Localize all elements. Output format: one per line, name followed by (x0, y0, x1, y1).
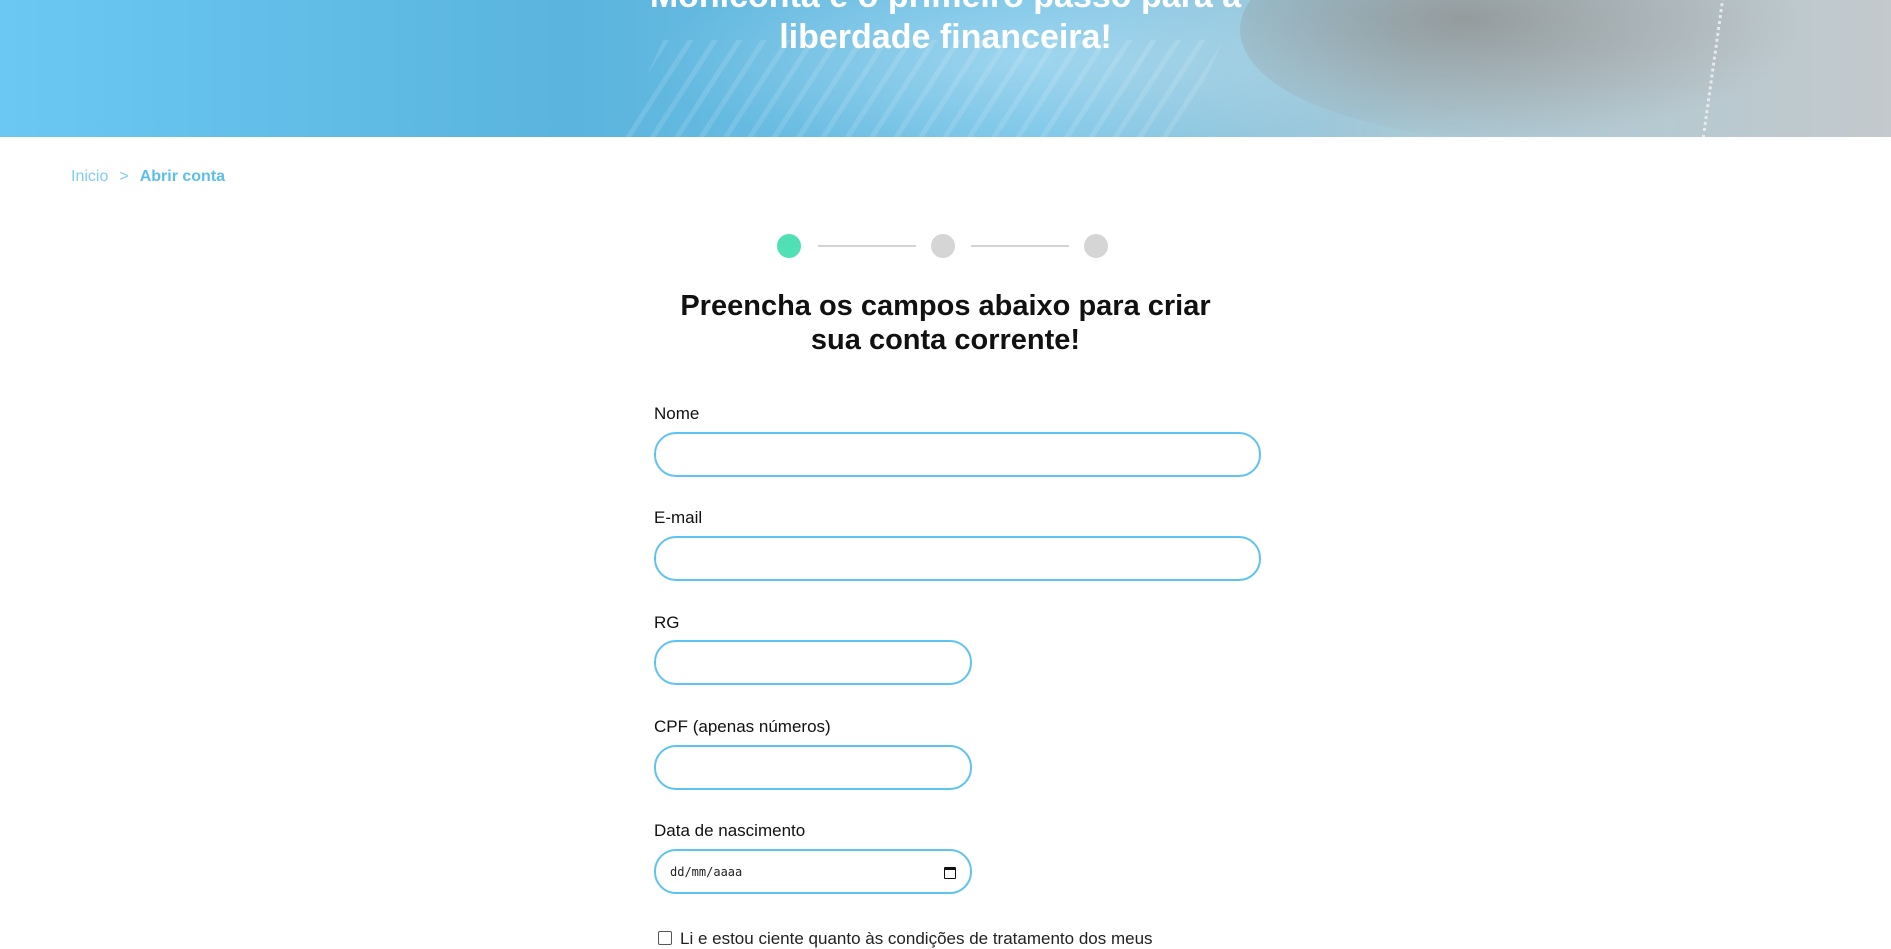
nome-input[interactable] (654, 432, 1261, 477)
hero-title: Monicônta é o primeiro passo para a libe… (0, 0, 1891, 58)
step-connector-2 (971, 245, 1069, 247)
breadcrumb: Inicio > Abrir conta (71, 166, 225, 188)
cpf-input[interactable] (654, 745, 972, 790)
form-heading-line2: sua conta corrente! (810, 324, 1081, 356)
consent-checkbox[interactable] (658, 931, 672, 945)
nome-label: Nome (654, 404, 700, 423)
email-label: E-mail (654, 508, 703, 527)
step-2-indicator (931, 234, 955, 258)
step-1-indicator (777, 234, 801, 258)
breadcrumb-home-link[interactable]: Inicio (71, 166, 108, 188)
hero-title-line1: Monicônta é o primeiro passo para a (0, 0, 1891, 17)
consent-row: Li e estou ciente quanto às condições de… (658, 929, 1153, 949)
step-3-indicator (1084, 234, 1108, 258)
form-heading-line1: Preencha os campos abaixo para criar (680, 290, 1211, 322)
breadcrumb-current: Abrir conta (139, 168, 226, 185)
hero-title-line2: liberdade financeira! (779, 18, 1112, 56)
birthdate-input[interactable]: dd/mm/aaaa (654, 849, 972, 894)
hero-banner: Monicônta é o primeiro passo para a libe… (0, 0, 1891, 137)
birthdate-placeholder: dd/mm/aaaa (670, 864, 743, 879)
calendar-icon[interactable] (944, 866, 956, 879)
progress-stepper (777, 234, 1109, 258)
rg-input[interactable] (654, 640, 972, 685)
email-input[interactable] (654, 536, 1261, 581)
cpf-label: CPF (apenas números) (654, 717, 831, 736)
birthdate-label: Data de nascimento (654, 821, 806, 840)
breadcrumb-separator: > (119, 168, 129, 185)
consent-label: Li e estou ciente quanto às condições de… (680, 929, 1153, 948)
form-heading: Preencha os campos abaixo para criar sua… (0, 289, 1891, 357)
rg-label: RG (654, 613, 680, 632)
step-connector-1 (818, 245, 916, 247)
